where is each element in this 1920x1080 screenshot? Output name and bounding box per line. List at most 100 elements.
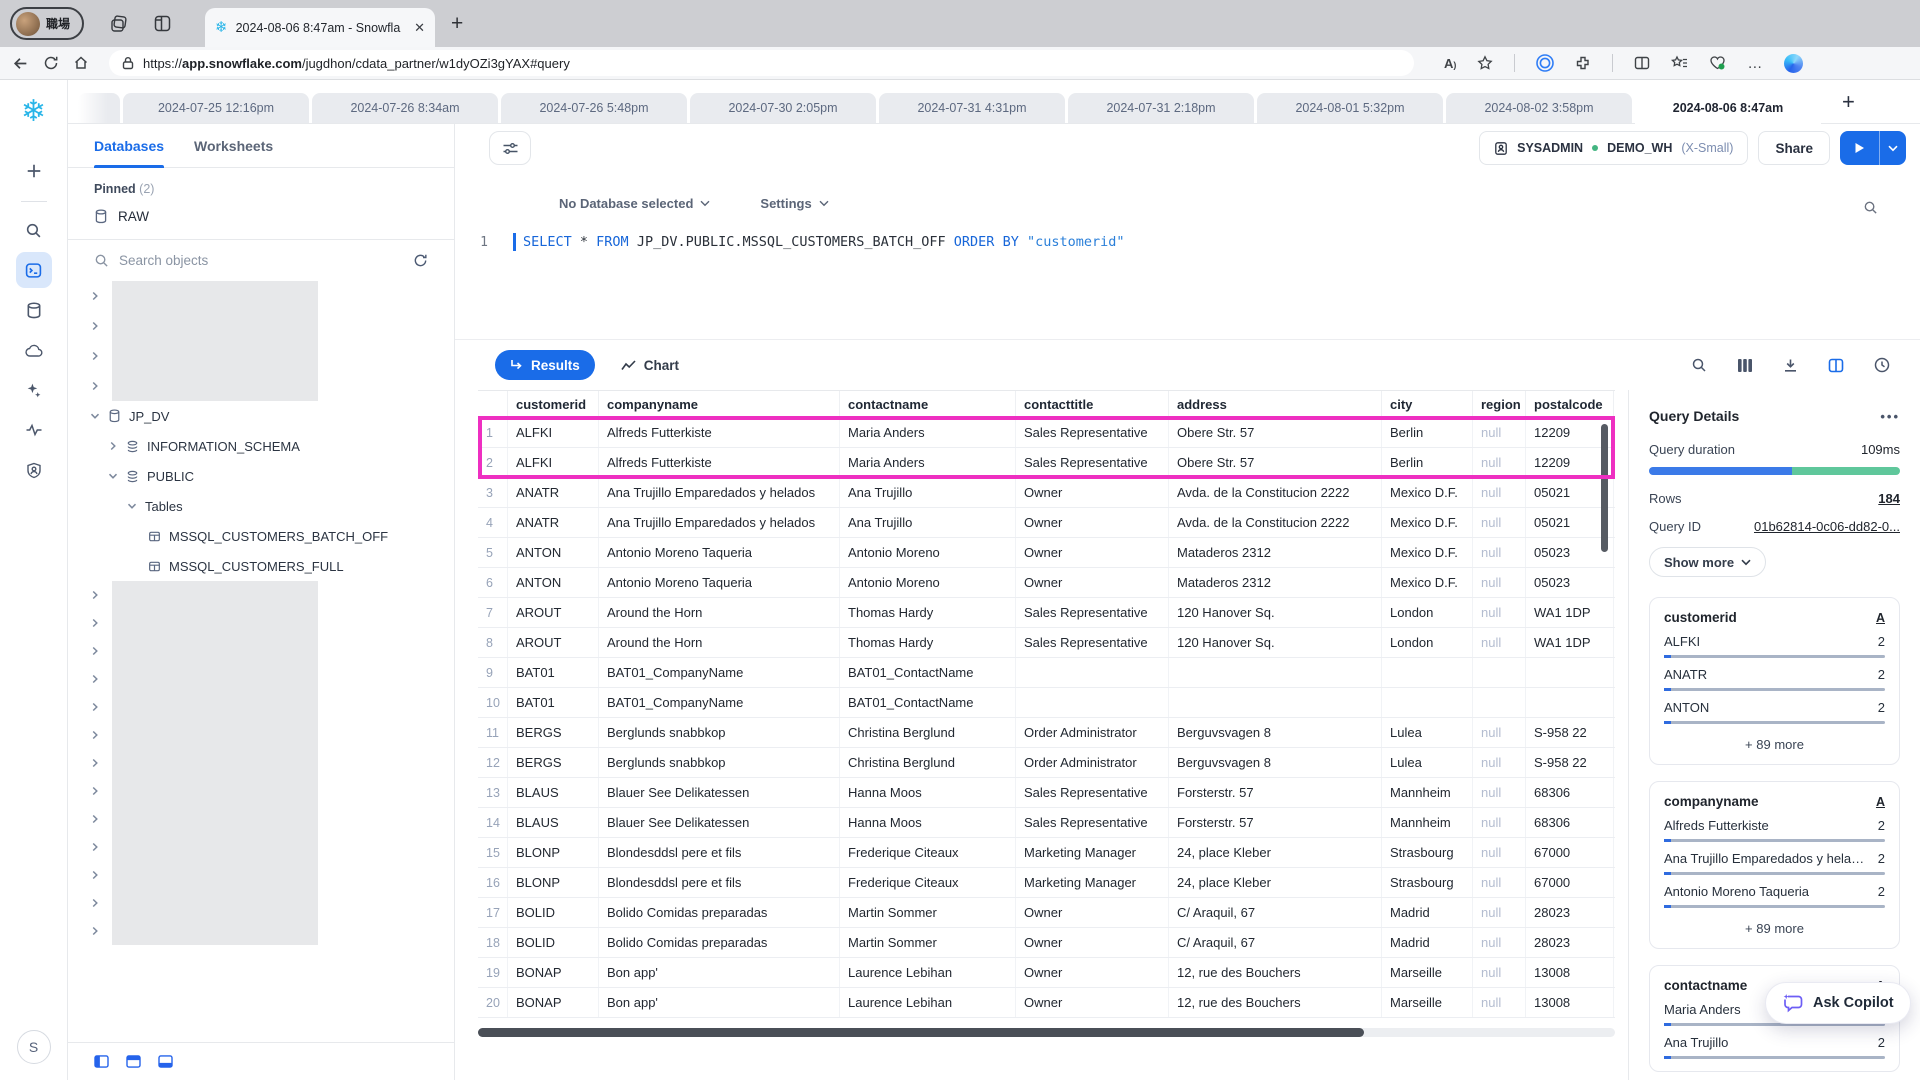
refresh-objects-icon[interactable]	[413, 253, 428, 268]
add-worksheet-button[interactable]: +	[1842, 89, 1855, 115]
share-button[interactable]: Share	[1758, 131, 1830, 165]
more-values-link[interactable]: + 89 more	[1664, 921, 1885, 936]
chevron-right-icon[interactable]	[90, 842, 100, 852]
table-row[interactable]: 2ALFKIAlfreds FutterkisteMaria AndersSal…	[478, 448, 1615, 478]
worksheet-tab[interactable]: 2024-07-31 4:31pm	[879, 93, 1065, 123]
tree-item-redacted[interactable]	[68, 749, 454, 777]
stat-item[interactable]: ANATR2	[1664, 667, 1885, 691]
table-row[interactable]: 18BOLIDBolido Comidas preparadasMartin S…	[478, 928, 1615, 958]
chevron-right-icon[interactable]	[90, 702, 100, 712]
tree-item-redacted[interactable]	[68, 581, 454, 609]
table-row[interactable]: 4ANATRAna Trujillo Emparedados y helados…	[478, 508, 1615, 538]
chevron-right-icon[interactable]	[90, 646, 100, 656]
chevron-right-icon[interactable]	[90, 758, 100, 768]
table-row[interactable]: 14BLAUSBlauer See DelikatessenHanna Moos…	[478, 808, 1615, 838]
editor-search-icon[interactable]	[1863, 200, 1878, 215]
table-row[interactable]: 19BONAPBon app'Laurence LebihanOwner12, …	[478, 958, 1615, 988]
tree-item-redacted[interactable]	[68, 341, 454, 371]
stat-item[interactable]: ANTON2	[1664, 700, 1885, 724]
panel-left-toggle-icon[interactable]	[94, 1055, 109, 1068]
tab-worksheets[interactable]: Worksheets	[194, 124, 273, 167]
databases-nav-icon[interactable]	[16, 292, 52, 328]
panel-bottom-toggle-icon[interactable]	[158, 1055, 173, 1068]
run-button[interactable]	[1840, 131, 1906, 165]
chevron-right-icon[interactable]	[90, 291, 100, 301]
browser-essentials-icon[interactable]	[1709, 55, 1726, 71]
workspaces-icon[interactable]	[110, 15, 128, 33]
lock-icon[interactable]	[122, 56, 134, 70]
table-row[interactable]: 7AROUTAround the HornThomas HardySales R…	[478, 598, 1615, 628]
more-values-link[interactable]: + 89 more	[1664, 737, 1885, 752]
tree-item-redacted[interactable]	[68, 861, 454, 889]
admin-nav-icon[interactable]	[16, 452, 52, 488]
tree-item-redacted[interactable]	[68, 665, 454, 693]
tree-item-redacted[interactable]	[68, 637, 454, 665]
sort-alpha-toggle[interactable]: A	[1876, 795, 1885, 809]
chevron-down-icon[interactable]	[108, 471, 118, 481]
tree-item-database[interactable]: JP_DV	[68, 401, 454, 431]
tree-item-redacted[interactable]	[68, 833, 454, 861]
chart-tab[interactable]: Chart	[621, 358, 679, 373]
chevron-down-icon[interactable]	[90, 411, 100, 421]
tree-item-redacted[interactable]	[68, 609, 454, 637]
split-panel-icon[interactable]	[1828, 358, 1844, 373]
home-icon[interactable]	[73, 55, 89, 71]
column-header[interactable]: region	[1473, 391, 1526, 417]
table-row[interactable]: 1ALFKIAlfreds FutterkisteMaria AndersSal…	[478, 418, 1615, 448]
favorites-bar-icon[interactable]	[1671, 55, 1688, 71]
tree-item-redacted[interactable]	[68, 371, 454, 401]
worksheet-tab[interactable]: 2024-07-30 2:05pm	[690, 93, 876, 123]
results-tab[interactable]: Results	[495, 350, 595, 380]
tree-item-table-batch-off[interactable]: MSSQL_CUSTOMERS_BATCH_OFF	[68, 521, 454, 551]
tree-item-redacted[interactable]	[68, 889, 454, 917]
horizontal-scrollbar[interactable]	[478, 1028, 1615, 1037]
worksheet-tab[interactable]: 2024-07-25 12:16pm	[123, 93, 309, 123]
database-selector-dropdown[interactable]: No Database selected	[559, 196, 710, 211]
chevron-right-icon[interactable]	[90, 926, 100, 936]
panel-top-toggle-icon[interactable]	[126, 1055, 141, 1068]
chevron-right-icon[interactable]	[90, 590, 100, 600]
column-header[interactable]: contacttitle	[1016, 391, 1169, 417]
column-header[interactable]: contactname	[840, 391, 1016, 417]
user-avatar[interactable]: S	[17, 1030, 51, 1064]
table-row[interactable]: 10BAT01BAT01_CompanyNameBAT01_ContactNam…	[478, 688, 1615, 718]
tree-item-redacted[interactable]	[68, 693, 454, 721]
worksheet-tab[interactable]: 2024-07-26 5:48pm	[501, 93, 687, 123]
columns-icon[interactable]	[1737, 358, 1753, 373]
data-cloud-nav-icon[interactable]	[16, 332, 52, 368]
chevron-right-icon[interactable]	[90, 674, 100, 684]
vertical-scrollbar[interactable]	[1601, 424, 1608, 552]
table-row[interactable]: 13BLAUSBlauer See DelikatessenHanna Moos…	[478, 778, 1615, 808]
worksheet-tab[interactable]: 2024-08-02 3:58pm	[1446, 93, 1632, 123]
table-row[interactable]: 12BERGSBerglunds snabbkopChristina Bergl…	[478, 748, 1615, 778]
search-objects-input[interactable]: Search objects	[68, 240, 454, 281]
back-icon[interactable]	[12, 55, 29, 72]
table-row[interactable]: 3ANATRAna Trujillo Emparedados y helados…	[478, 478, 1615, 508]
pinned-item-raw[interactable]: RAW	[68, 196, 454, 240]
worksheet-tab[interactable]: 2024-07-26 8:34am	[312, 93, 498, 123]
table-row[interactable]: 11BERGSBerglunds snabbkopChristina Bergl…	[478, 718, 1615, 748]
chevron-right-icon[interactable]	[90, 321, 100, 331]
chevron-right-icon[interactable]	[90, 870, 100, 880]
new-worksheet-icon[interactable]	[16, 153, 52, 189]
profile-button[interactable]: 職場	[10, 7, 84, 40]
activity-nav-icon[interactable]	[16, 412, 52, 448]
tree-item-redacted[interactable]	[68, 777, 454, 805]
stat-item[interactable]: ALFKI2	[1664, 634, 1885, 658]
worksheet-options-icon[interactable]	[489, 131, 531, 165]
url-field[interactable]: https://app.snowflake.com/jugdhon/cdata_…	[109, 50, 1414, 76]
ai-ml-nav-icon[interactable]	[16, 372, 52, 408]
query-details-menu-icon[interactable]: •••	[1880, 409, 1900, 424]
table-row[interactable]: 8AROUTAround the HornThomas HardySales R…	[478, 628, 1615, 658]
refresh-icon[interactable]	[43, 55, 59, 71]
history-clock-icon[interactable]	[1874, 357, 1890, 373]
tree-item-schema-information[interactable]: INFORMATION_SCHEMA	[68, 431, 454, 461]
browser-copilot-icon[interactable]	[1784, 54, 1803, 73]
column-header[interactable]: customerid	[508, 391, 599, 417]
tree-item-schema-public[interactable]: PUBLIC	[68, 461, 454, 491]
tree-item-redacted[interactable]	[68, 281, 454, 311]
chevron-right-icon[interactable]	[90, 351, 100, 361]
column-header[interactable]: city	[1382, 391, 1473, 417]
tree-item-table-full[interactable]: MSSQL_CUSTOMERS_FULL	[68, 551, 454, 581]
run-options-chevron-icon[interactable]	[1880, 131, 1906, 165]
